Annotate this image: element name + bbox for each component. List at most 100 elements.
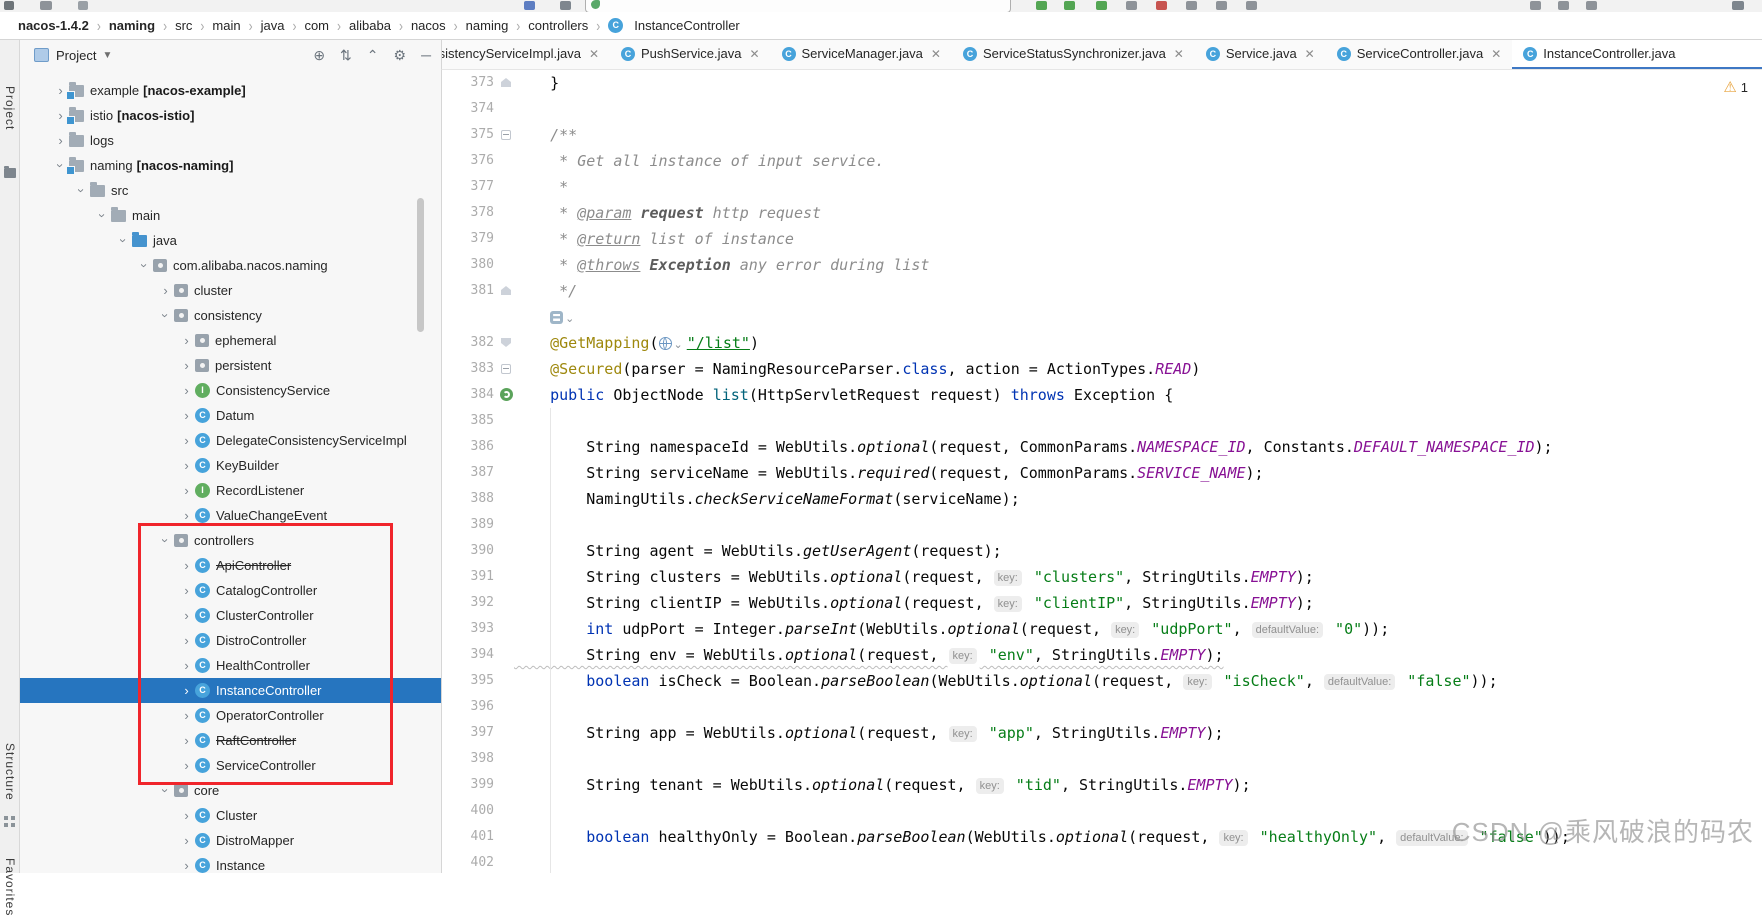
fold-end-icon[interactable] [501, 286, 511, 295]
gutter-fold-column[interactable] [500, 720, 514, 746]
endpoint-inlay-icon[interactable] [550, 311, 563, 324]
chevron-expanded-icon[interactable]: › [53, 157, 68, 174]
tree-item-Cluster[interactable]: ›CCluster [20, 803, 441, 828]
code-line[interactable]: ⌄ [442, 304, 1762, 330]
fold-end-icon[interactable] [501, 78, 511, 87]
tree-item-OperatorController[interactable]: ›COperatorController [20, 703, 441, 728]
code-line[interactable]: 391 String clusters = WebUtils.optional(… [442, 564, 1762, 590]
editor-tab[interactable]: CPushService.java✕ [610, 40, 771, 70]
code-line[interactable]: 387 String serviceName = WebUtils.requir… [442, 460, 1762, 486]
gutter-fold-column[interactable] [500, 330, 514, 356]
close-icon[interactable]: ✕ [589, 47, 599, 61]
tree-item-com.alibaba.nacos.naming[interactable]: ›com.alibaba.nacos.naming [20, 253, 441, 278]
tree-item-Datum[interactable]: ›CDatum [20, 403, 441, 428]
gutter-fold-column[interactable] [500, 772, 514, 798]
fold-collapse-icon[interactable] [501, 130, 511, 140]
tree-item-core[interactable]: ›core [20, 778, 441, 803]
gutter-fold-column[interactable] [500, 538, 514, 564]
toolbar-icon[interactable] [1586, 1, 1597, 10]
editor-tab[interactable]: CDistroConsistencyServiceImpl.java✕ [442, 40, 610, 70]
code-line[interactable]: 399 String tenant = WebUtils.optional(re… [442, 772, 1762, 798]
chevron-collapsed-icon[interactable]: › [178, 583, 195, 598]
toolbar-icon[interactable] [1530, 1, 1541, 10]
tree-item-KeyBuilder[interactable]: ›CKeyBuilder [20, 453, 441, 478]
chevron-collapsed-icon[interactable]: › [178, 558, 195, 573]
chevron-expanded-icon[interactable]: › [158, 532, 173, 549]
code-line[interactable]: 382 @GetMapping(⌄"/list") [442, 330, 1762, 356]
project-files-icon[interactable] [4, 168, 16, 178]
code-line[interactable]: 384 public ObjectNode list(HttpServletRe… [442, 382, 1762, 408]
tool-stripe-project[interactable]: Project [3, 86, 17, 130]
tree-item-HealthController[interactable]: ›CHealthController [20, 653, 441, 678]
tool-stripe-favorites[interactable]: Favorites [3, 858, 17, 916]
toolbar-icon[interactable] [1558, 1, 1569, 10]
code-line[interactable]: 374 [442, 96, 1762, 122]
chevron-expanded-icon[interactable]: › [137, 257, 152, 274]
code-line[interactable]: 375 /** [442, 122, 1762, 148]
tool-stripe-structure[interactable]: Structure [3, 743, 17, 801]
editor-tab[interactable]: CServiceController.java✕ [1326, 40, 1513, 70]
gutter-fold-column[interactable] [500, 278, 514, 304]
gutter-fold-column[interactable] [500, 408, 514, 434]
tree-item-ClusterController[interactable]: ›CClusterController [20, 603, 441, 628]
chevron-collapsed-icon[interactable]: › [178, 633, 195, 648]
chevron-collapsed-icon[interactable]: › [178, 858, 195, 873]
code-line[interactable]: 396 [442, 694, 1762, 720]
toolbar-icon[interactable] [1156, 1, 1167, 10]
chevron-collapsed-icon[interactable]: › [178, 458, 195, 473]
expand-all-icon[interactable]: ⇅ [340, 48, 352, 62]
chevron-collapsed-icon[interactable]: › [52, 133, 69, 148]
gutter-fold-column[interactable] [500, 382, 514, 408]
code-line[interactable]: 378 * @param request http request [442, 200, 1762, 226]
chevron-collapsed-icon[interactable]: › [178, 408, 195, 423]
tree-item-controllers[interactable]: ›controllers [20, 528, 441, 553]
breadcrumb-item[interactable]: controllers [528, 18, 588, 33]
tree-item-ServiceController[interactable]: ›CServiceController [20, 753, 441, 778]
chevron-down-icon[interactable]: ⌄ [674, 339, 683, 351]
code-line[interactable]: 386 String namespaceId = WebUtils.option… [442, 434, 1762, 460]
gutter-fold-column[interactable] [500, 512, 514, 538]
breadcrumb-item[interactable]: java [261, 18, 285, 33]
tree-item-logs[interactable]: ›logs [20, 128, 441, 153]
tree-item-consistency[interactable]: ›consistency [20, 303, 441, 328]
chevron-collapsed-icon[interactable]: › [178, 483, 195, 498]
gutter-fold-column[interactable] [500, 616, 514, 642]
code-line[interactable]: 380 * @throws Exception any error during… [442, 252, 1762, 278]
chevron-collapsed-icon[interactable]: › [178, 808, 195, 823]
code-line[interactable]: 394 String env = WebUtils.optional(reque… [442, 642, 1762, 668]
tree-item-naming[interactable]: ›naming[nacos-naming] [20, 153, 441, 178]
editor-tab[interactable]: CServiceManager.java✕ [771, 40, 952, 70]
tree-item-persistent[interactable]: ›persistent [20, 353, 441, 378]
gutter-fold-column[interactable] [500, 226, 514, 252]
close-icon[interactable]: ✕ [931, 47, 941, 61]
breadcrumb-item[interactable]: naming [109, 18, 155, 33]
code-line[interactable]: 390 String agent = WebUtils.getUserAgent… [442, 538, 1762, 564]
tree-scrollbar[interactable] [417, 198, 424, 332]
code-line[interactable]: 377 * [442, 174, 1762, 200]
code-line[interactable]: 401 boolean healthyOnly = Boolean.parseB… [442, 824, 1762, 850]
tree-item-InstanceController[interactable]: ›CInstanceController [20, 678, 441, 703]
toolbar-icon[interactable] [1096, 1, 1107, 10]
chevron-collapsed-icon[interactable]: › [178, 833, 195, 848]
hide-panel-icon[interactable]: ─ [421, 48, 431, 62]
chevron-expanded-icon[interactable]: › [95, 207, 110, 224]
tree-item-CatalogController[interactable]: ›CCatalogController [20, 578, 441, 603]
gutter-fold-column[interactable] [500, 824, 514, 850]
tree-item-RecordListener[interactable]: ›IRecordListener [20, 478, 441, 503]
chevron-collapsed-icon[interactable]: › [178, 358, 195, 373]
chevron-collapsed-icon[interactable]: › [178, 683, 195, 698]
code-line[interactable]: 389 [442, 512, 1762, 538]
chevron-collapsed-icon[interactable]: › [178, 608, 195, 623]
tree-item-ApiController[interactable]: ›CApiController [20, 553, 441, 578]
close-icon[interactable]: ✕ [1305, 47, 1315, 61]
toolbar-icon[interactable] [1216, 1, 1227, 10]
editor-tab[interactable]: CService.java✕ [1195, 40, 1326, 70]
toolbar-icon[interactable] [1732, 1, 1744, 10]
chevron-expanded-icon[interactable]: › [158, 782, 173, 799]
gutter-fold-column[interactable] [500, 746, 514, 772]
breadcrumb-item[interactable]: nacos [411, 18, 446, 33]
chevron-collapsed-icon[interactable]: › [178, 658, 195, 673]
code-line[interactable]: 385 [442, 408, 1762, 434]
gutter-fold-column[interactable] [500, 694, 514, 720]
project-panel-title[interactable]: Project [56, 48, 96, 63]
